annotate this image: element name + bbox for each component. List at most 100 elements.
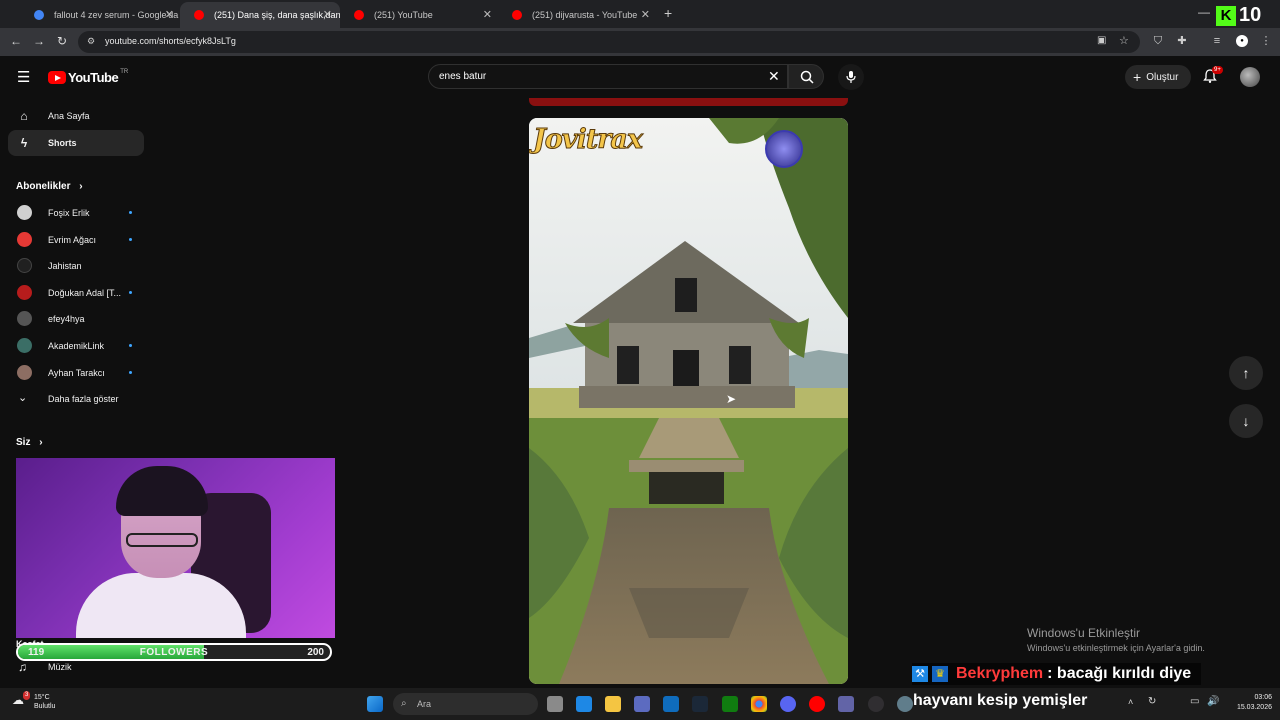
chrome-icon[interactable] <box>751 696 767 712</box>
teams-icon[interactable] <box>838 696 854 712</box>
subscription-item[interactable]: Evrim Ağacı <box>8 228 144 252</box>
obs-icon[interactable] <box>868 696 884 712</box>
new-tab-icon[interactable]: + <box>664 5 672 21</box>
weather-widget[interactable]: ☁ 3 15°C Bulutlu <box>12 691 55 711</box>
browser-menu-icon[interactable]: ⋮ <box>1260 35 1272 47</box>
subscription-item[interactable]: Ayhan Tarakcı <box>8 361 144 385</box>
notification-badge: 9+ <box>1212 66 1223 74</box>
media-control-icon[interactable]: ≡ <box>1211 35 1223 47</box>
logo-region: TR <box>120 68 129 75</box>
weather-badge: 3 <box>23 691 31 700</box>
browser-toolbar: ← → ↻ ⚙ youtube.com/shorts/ecfyk8JsLTg ▣… <box>0 28 1280 56</box>
browser-tab-youtube[interactable]: (251) YouTube ✕ <box>340 2 500 28</box>
close-tab-icon[interactable]: ✕ <box>483 8 492 21</box>
search-input[interactable]: enes batur <box>439 71 486 82</box>
tray-chevron-icon[interactable]: ˄ <box>1128 697 1133 707</box>
create-button[interactable]: + Oluştur <box>1125 65 1191 89</box>
channel-name: AkademikLink <box>48 341 105 351</box>
minimize-window-icon[interactable]: — <box>1198 5 1210 19</box>
site-info-icon[interactable]: ⚙ <box>87 36 95 47</box>
sidebar-item-music[interactable]: Müzik <box>48 662 72 672</box>
steam-icon[interactable] <box>692 696 708 712</box>
channel-avatar <box>17 338 32 353</box>
tray-network-icon[interactable]: ▭ <box>1190 696 1199 707</box>
chat-username: Bekryphem <box>956 665 1044 682</box>
xbox-icon[interactable] <box>722 696 738 712</box>
address-bar[interactable]: ⚙ youtube.com/shorts/ecfyk8JsLTg ▣ ☆ <box>78 31 1140 53</box>
previous-short-button[interactable]: ↑ <box>1229 356 1263 390</box>
shorts-video-player[interactable]: Jovitrax ➤ <box>529 118 848 684</box>
system-clock[interactable]: 03:06 15.03.2026 <box>1237 693 1272 713</box>
url-text: youtube.com/shorts/ecfyk8JsLTg <box>105 36 236 46</box>
kick-viewer-counter: K 10 <box>1216 4 1261 27</box>
chevron-right-icon: › <box>79 181 83 192</box>
windows-taskbar: ☁ 3 15°C Bulutlu ⌕ Ara ˄ ↻ ▭ 🔊 03:06 15.… <box>0 688 1280 720</box>
channel-avatar <box>17 365 32 380</box>
activation-title: Windows'u Etkinleştir <box>1027 626 1140 640</box>
video-frame-abandoned-house <box>529 118 848 684</box>
show-more-label: Daha fazla göster <box>48 394 119 404</box>
weather-temp: 15°C <box>34 694 50 701</box>
app-icon[interactable] <box>897 696 913 712</box>
close-tab-icon[interactable]: ✕ <box>165 8 174 21</box>
task-view-icon[interactable] <box>547 696 563 712</box>
previous-short-edge <box>529 98 848 106</box>
channel-name: efey4hya <box>48 314 85 324</box>
subscription-item[interactable]: AkademikLink <box>8 334 144 358</box>
create-label: Oluştur <box>1146 71 1179 83</box>
browser-tab-active[interactable]: (251) Dana şiş, dana şaşlık,dana ✕ <box>180 2 340 28</box>
hamburger-menu-icon[interactable]: ☰ <box>17 68 30 86</box>
install-app-icon[interactable]: ▣ <box>1097 35 1106 46</box>
mouse-cursor-icon: ➤ <box>726 392 737 406</box>
browser-tab-google[interactable]: fallout 4 zev serum - Google'da ✕ <box>20 2 182 28</box>
sidebar-item-shorts[interactable]: ϟ Shorts <box>8 130 144 156</box>
account-avatar[interactable] <box>1240 67 1260 87</box>
file-explorer-icon[interactable] <box>605 696 621 712</box>
windows-activation-watermark: Windows'u Etkinleştir Windows'u etkinleş… <box>1027 626 1205 653</box>
desktop-app-icon[interactable] <box>576 696 592 712</box>
profile-icon[interactable]: ● <box>1236 35 1248 47</box>
music-note-icon: ♫ <box>18 660 27 674</box>
youtube-logo[interactable]: YouTube TR <box>48 68 129 85</box>
close-tab-icon[interactable]: ✕ <box>323 8 332 21</box>
tray-volume-icon[interactable]: 🔊 <box>1207 696 1219 707</box>
tray-app-icon[interactable]: ↻ <box>1148 696 1156 707</box>
windows-start-icon[interactable] <box>367 696 383 712</box>
clock-date: 15.03.2026 <box>1236 704 1272 711</box>
discord-icon[interactable] <box>780 696 796 712</box>
extensions-puzzle-icon[interactable]: ✚ <box>1176 35 1188 47</box>
voice-search-button[interactable] <box>838 64 864 90</box>
you-heading[interactable]: Siz › <box>16 437 43 448</box>
clear-search-icon[interactable]: ✕ <box>768 68 780 85</box>
show-more-button[interactable]: ⌄ Daha fazla göster <box>8 387 144 411</box>
shield-extension-icon[interactable]: ⛉ <box>1152 35 1164 47</box>
search-box[interactable]: enes batur ✕ <box>428 64 788 89</box>
channel-avatar <box>17 232 32 247</box>
bookmark-star-icon[interactable]: ☆ <box>1119 34 1129 47</box>
streamer-glasses <box>126 533 198 547</box>
subscription-item[interactable]: efey4hya <box>8 307 144 331</box>
subscription-item[interactable]: Foşix Erlik <box>8 201 144 225</box>
close-tab-icon[interactable]: ✕ <box>641 8 650 21</box>
youtube-music-icon[interactable] <box>809 696 825 712</box>
channel-avatar <box>17 205 32 220</box>
sidebar-item-home[interactable]: ⌂ Ana Sayfa <box>8 103 144 129</box>
streamer-webcam <box>16 458 335 638</box>
next-short-button[interactable]: ↓ <box>1229 404 1263 438</box>
subscription-item[interactable]: Jahistan <box>8 254 144 278</box>
chevron-right-icon: › <box>39 437 43 448</box>
channel-name: Doğukan Adal [T... <box>48 288 122 298</box>
browser-tab-dijvarusta[interactable]: (251) dijvarusta - YouTube ✕ <box>498 2 658 28</box>
reload-icon[interactable]: ↻ <box>57 34 67 48</box>
back-icon[interactable]: ← <box>10 34 22 48</box>
store-icon[interactable] <box>634 696 650 712</box>
subscription-item[interactable]: Doğukan Adal [T... <box>8 281 144 305</box>
taskbar-search[interactable]: ⌕ Ara <box>393 693 538 715</box>
subscriptions-heading[interactable]: Abonelikler › <box>16 181 83 192</box>
clock-time: 03:06 <box>1254 694 1272 701</box>
sidebar-item-label: Ana Sayfa <box>48 111 90 121</box>
search-button[interactable] <box>788 64 824 89</box>
forward-icon[interactable]: → <box>33 34 45 48</box>
tab-title: (251) dijvarusta - YouTube <box>532 10 638 20</box>
outlook-icon[interactable] <box>663 696 679 712</box>
